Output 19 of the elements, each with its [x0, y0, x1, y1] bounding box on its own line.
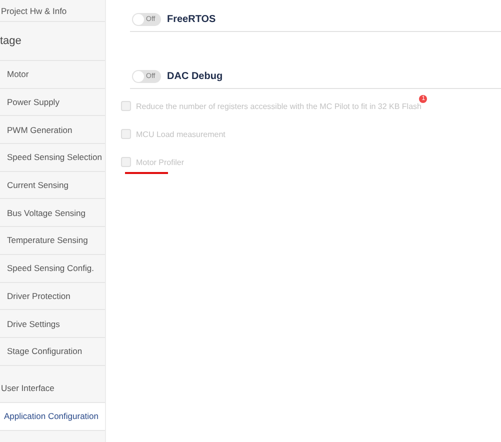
- sidebar-item[interactable]: Bus Voltage Sensing: [0, 199, 105, 228]
- sidebar-item[interactable]: Application Configuration: [0, 402, 105, 431]
- sidebar-item[interactable]: Current Sensing: [0, 172, 105, 200]
- sidebar-item[interactable]: PWM Generation: [0, 116, 105, 144]
- sidebar-item[interactable]: Motor: [0, 61, 105, 89]
- sidebar-item[interactable]: Stage Configuration: [0, 338, 105, 366]
- sidebar-item[interactable]: Power Supply: [0, 88, 105, 116]
- option-label: Reduce the number of registers accessible with the MC Pilot to fit in 32 KB Flash: [136, 102, 422, 110]
- sidebar-item[interactable]: Drive Settings: [0, 310, 105, 338]
- sidebar-item[interactable]: Driver Protection: [0, 282, 105, 310]
- sidebar-item[interactable]: Project Hw & Info: [0, 0, 105, 22]
- sidebar-item[interactable]: Speed Sensing Config.: [0, 254, 105, 282]
- toggle-label: DAC Debug: [167, 70, 223, 82]
- sidebar-item[interactable]: Temperature Sensing: [0, 227, 105, 255]
- sidebar-item[interactable]: Speed Sensing Selection: [0, 144, 105, 172]
- section-heading[interactable]: tage: [0, 35, 22, 47]
- toggle-label: FreeRTOS: [167, 14, 216, 24]
- option-label: Motor Profiler: [136, 158, 184, 166]
- option-label: MCU Load measurement: [136, 130, 226, 138]
